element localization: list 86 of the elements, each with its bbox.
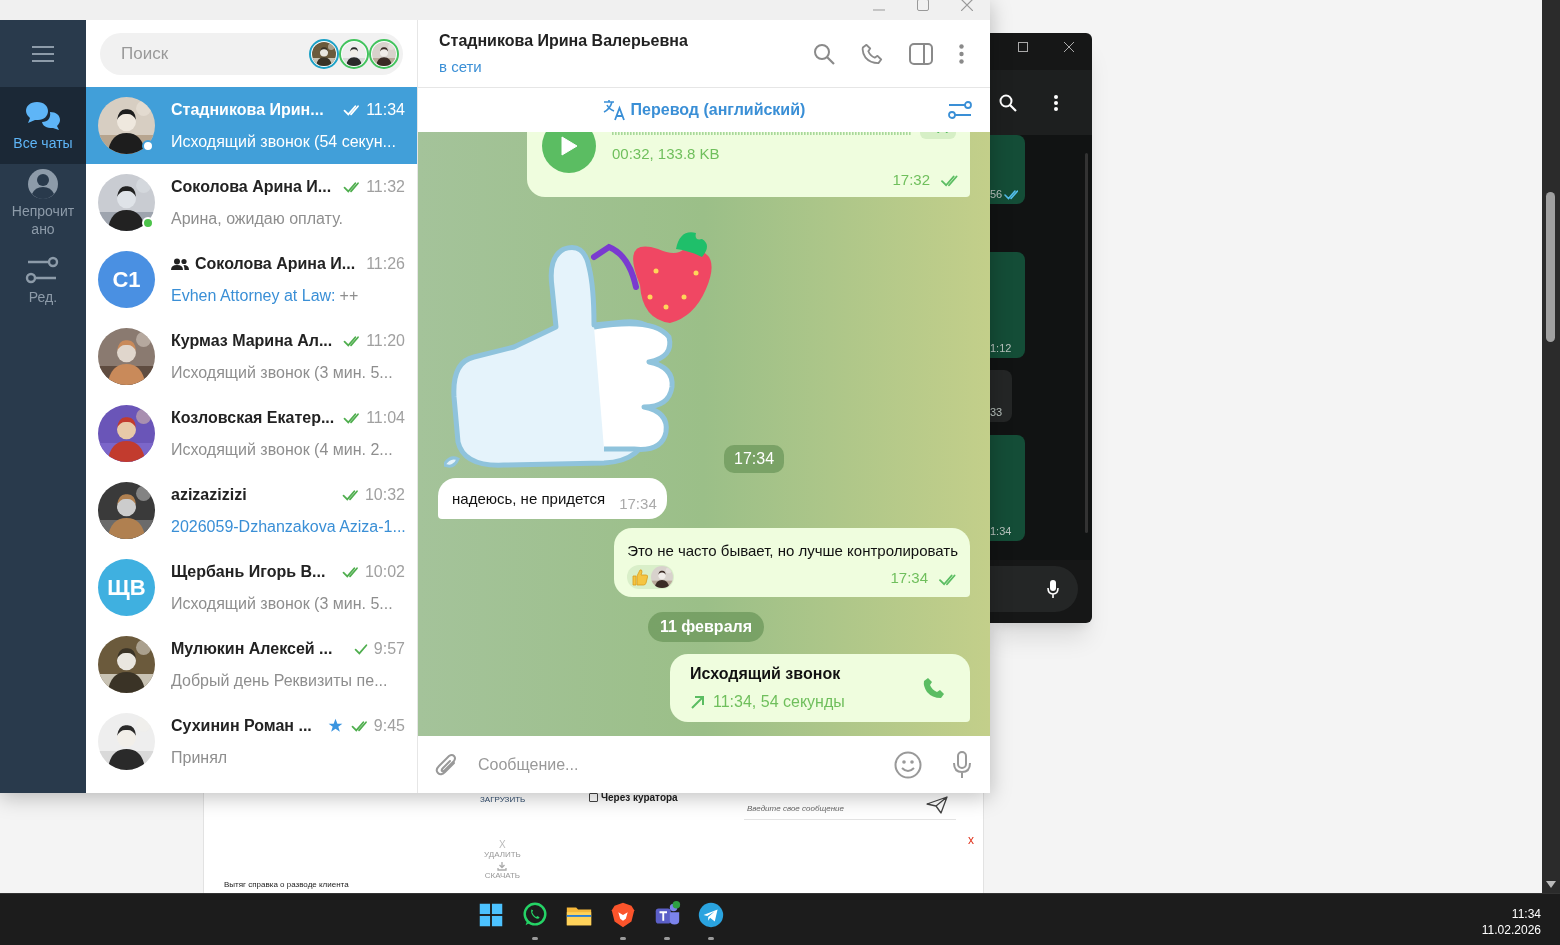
- thumbs-up-icon: [631, 568, 650, 586]
- message-preview: 2026059-Dzhanzakova Aziza-1...: [171, 516, 406, 537]
- scrollbar[interactable]: [1085, 153, 1088, 533]
- outgoing-arrow-icon: [690, 694, 705, 710]
- scroll-down-icon[interactable]: [1546, 881, 1556, 888]
- close-mark[interactable]: x: [968, 834, 974, 846]
- folder-tab[interactable]: Непрочитано: [0, 164, 86, 241]
- chat-bubbles-icon: [25, 99, 61, 132]
- send-icon[interactable]: [926, 796, 948, 814]
- chat-time: 11:20: [366, 330, 405, 351]
- chat-name: Стадникова Ирин...: [171, 99, 324, 120]
- phone-icon[interactable]: [861, 42, 883, 65]
- clock-date[interactable]: 11.02.2026: [1481, 922, 1541, 938]
- chat-name: Щербань Игорь В...: [171, 561, 326, 582]
- message-text: Это не часто бывает, но лучше контролировать: [627, 540, 958, 561]
- message-preview: Исходящий звонок (54 секун...: [171, 131, 396, 152]
- chat-time: 11:04: [366, 407, 405, 428]
- chat-name: azizazizizi: [171, 484, 247, 505]
- message-preview: Добрый день Реквизиты пе...: [171, 670, 388, 691]
- chat-name: Соколова Арина И...: [195, 253, 356, 274]
- chat-name: Сухинин Роман ...: [171, 715, 312, 736]
- avatar: ЩВ: [98, 559, 155, 616]
- chat-status: в сети: [439, 56, 483, 77]
- chat-time: 11:34: [366, 99, 405, 120]
- message-field[interactable]: Введите свое сообщение: [744, 798, 956, 820]
- message-preview: Арина, ожидаю оплату.: [171, 208, 343, 229]
- play-icon: [560, 136, 578, 156]
- folder-tab[interactable]: Ред.: [0, 241, 86, 318]
- checkbox[interactable]: [589, 793, 598, 802]
- document-name: Вытяг справка о разводе клиента: [224, 881, 349, 889]
- message-time: 33: [990, 407, 1003, 418]
- story-avatar[interactable]: [369, 38, 399, 69]
- message-time: 17:34: [890, 567, 928, 588]
- call-details: 11:34, 54 секунды: [713, 692, 845, 712]
- upload-label[interactable]: ЗАГРУЗИТЬ: [480, 796, 526, 804]
- call-title: Исходящий звонок: [690, 664, 842, 684]
- reaction-chip[interactable]: [627, 565, 675, 589]
- search-field[interactable]: Поиск: [100, 32, 309, 75]
- message-text: надеюсь, не придется: [452, 489, 606, 509]
- chat-time: 9:45: [373, 715, 405, 736]
- checkbox-label: Через куратора: [601, 791, 678, 805]
- chat-name: Курмаз Марина Ал...: [171, 330, 333, 351]
- date-badge: 11 февраля: [647, 612, 765, 642]
- message-time: 17:34: [619, 495, 657, 511]
- search-icon[interactable]: [999, 94, 1017, 112]
- more-icon[interactable]: [1054, 95, 1058, 111]
- message-preview: Принял: [171, 747, 228, 768]
- message-preview: Исходящий звонок (4 мин. 2...: [171, 439, 393, 460]
- chat-time: 11:26: [366, 253, 405, 274]
- folder-tab[interactable]: Все чаты: [0, 87, 86, 164]
- menu-icon: [31, 44, 55, 63]
- chat-time: 9:57: [373, 638, 405, 659]
- close-icon[interactable]: [1064, 42, 1074, 52]
- message-preview: ++: [339, 285, 359, 306]
- message-time: 1:34: [990, 526, 1012, 537]
- chat-name: Мулюкин Алексей ...: [171, 638, 333, 659]
- taskbar-app[interactable]: [696, 900, 726, 940]
- story-avatar[interactable]: [339, 38, 369, 69]
- side-panel-icon[interactable]: [909, 42, 933, 65]
- message-preview: Исходящий звонок (3 мин. 5...: [171, 362, 393, 383]
- message-preview: Исходящий звонок (3 мин. 5...: [171, 593, 393, 614]
- sender-name: Evhen Attorney at Law:: [171, 285, 336, 306]
- time-badge: 17:34: [724, 445, 785, 473]
- emoji-icon[interactable]: [894, 750, 922, 779]
- chat-time: 11:32: [366, 176, 405, 197]
- paper-plane-icon: [696, 900, 726, 930]
- person-icon: [25, 167, 61, 200]
- scrollbar[interactable]: [1542, 0, 1560, 893]
- story-avatar[interactable]: [309, 38, 339, 69]
- maximize-icon[interactable]: [1018, 42, 1028, 52]
- chat-time: 10:02: [364, 561, 405, 582]
- chat-name: Козловская Екатер...: [171, 407, 335, 428]
- microphone-icon[interactable]: [1047, 580, 1059, 598]
- avatar: С1: [98, 251, 155, 308]
- chat-name: Соколова Арина И...: [171, 176, 332, 197]
- voice-info: 00:32, 133.8 KB: [612, 144, 720, 164]
- chat-time: 10:32: [364, 484, 405, 505]
- message-time: 1:12: [990, 343, 1012, 354]
- message-time: 56: [990, 189, 1003, 200]
- message-time: 17:32: [892, 169, 930, 190]
- message-input[interactable]: Сообщение...: [478, 752, 876, 777]
- scrollbar-thumb[interactable]: [1546, 192, 1555, 342]
- settings-sliders-icon[interactable]: [948, 100, 972, 120]
- chat-title: Стадникова Ирина Валерьевна: [439, 30, 689, 51]
- clock-time[interactable]: 11:34: [1511, 906, 1541, 922]
- translate-icon: [602, 99, 627, 121]
